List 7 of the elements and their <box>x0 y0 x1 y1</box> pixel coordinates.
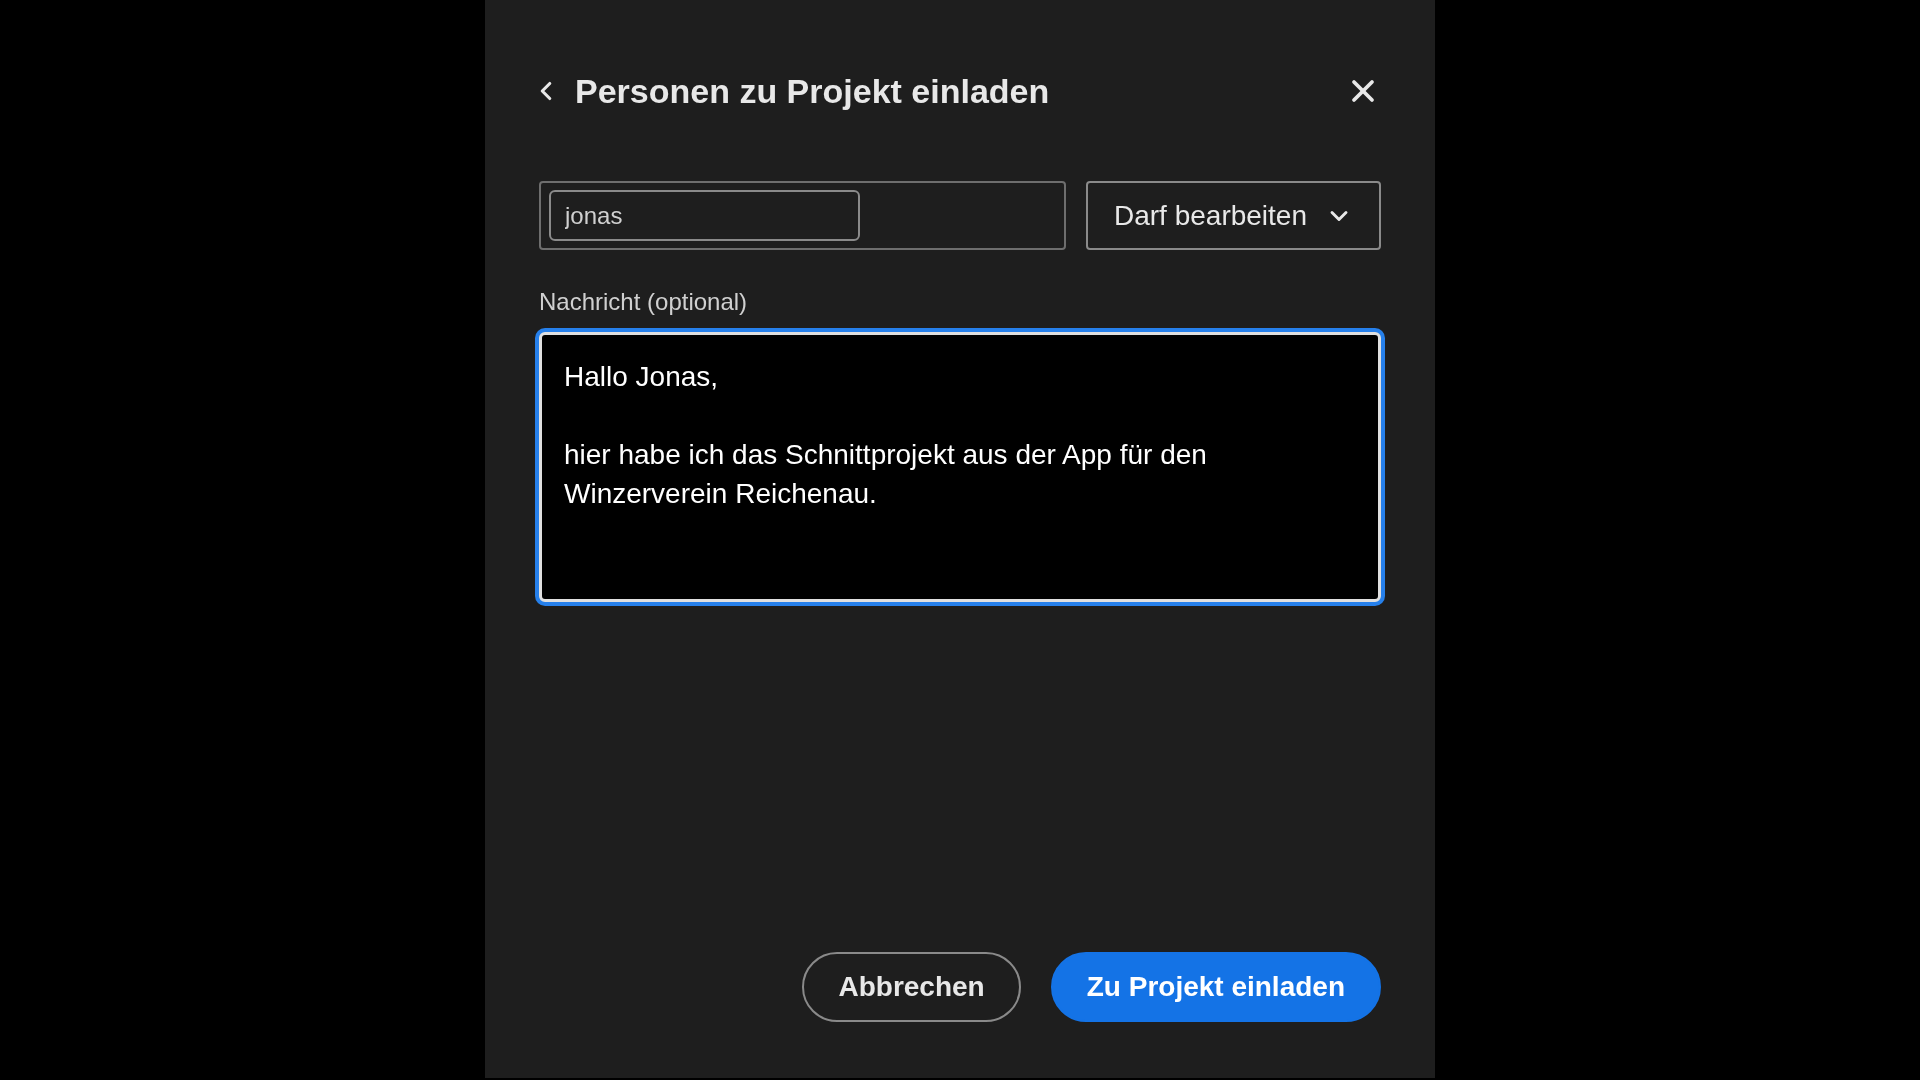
cancel-button[interactable]: Abbrechen <box>802 952 1021 1022</box>
invitee-field[interactable]: jonas <box>539 181 1066 250</box>
message-label: Nachricht (optional) <box>539 287 748 317</box>
invite-button[interactable]: Zu Projekt einladen <box>1050 952 1381 1022</box>
permission-dropdown[interactable]: Darf bearbeiten <box>1086 181 1381 250</box>
name-input[interactable]: jonas <box>549 190 860 241</box>
dialog-title: Personen zu Projekt einladen <box>575 70 1051 112</box>
